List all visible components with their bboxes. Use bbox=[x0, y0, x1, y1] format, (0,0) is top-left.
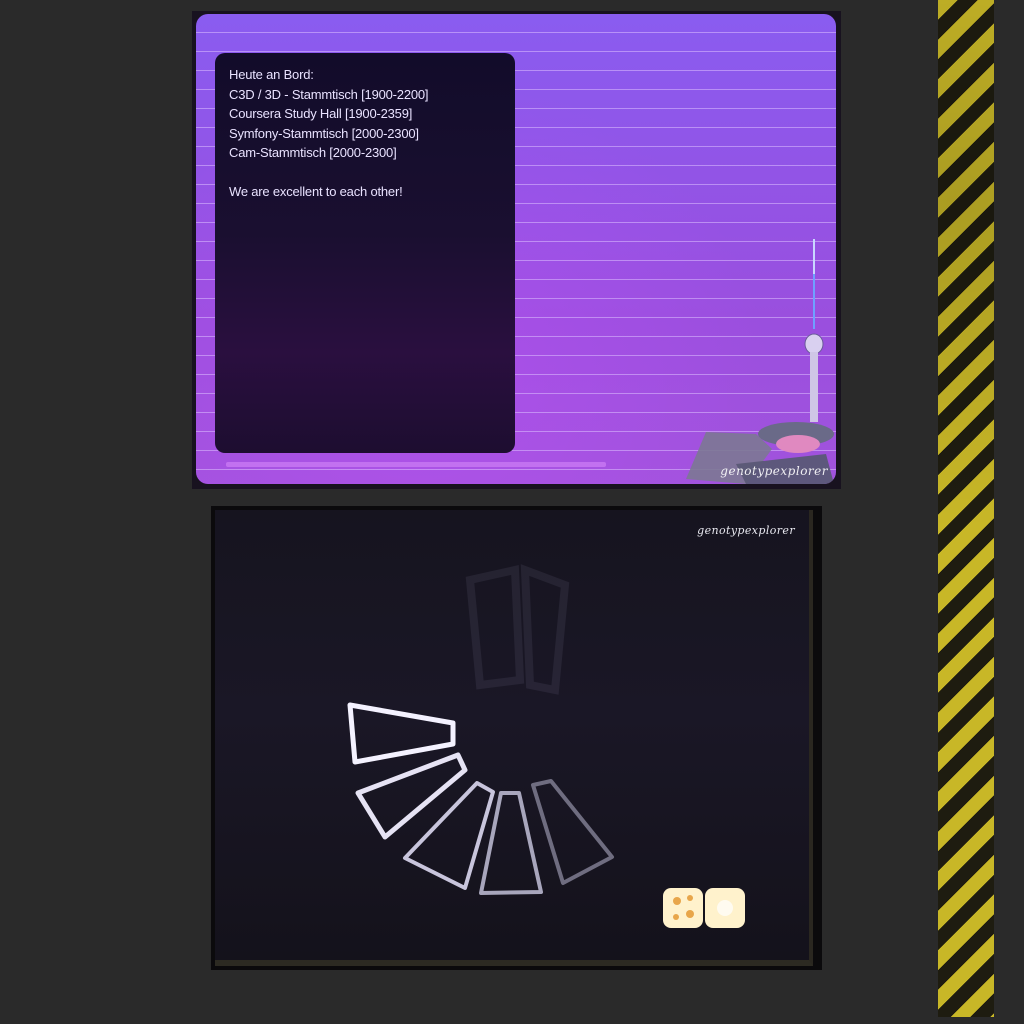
spinner-segment bbox=[347, 702, 456, 765]
event-line: Coursera Study Hall [1900-2359] bbox=[229, 106, 413, 121]
photo-collage: Heute an Bord: C3D / 3D - Stammtisch [19… bbox=[0, 0, 1024, 1024]
progress-strip bbox=[226, 462, 606, 467]
bottom-monitor: genotypexplorer bbox=[211, 506, 822, 970]
info-display: Heute an Bord: C3D / 3D - Stammtisch [19… bbox=[196, 14, 836, 484]
info-panel: Heute an Bord: C3D / 3D - Stammtisch [19… bbox=[215, 53, 515, 453]
genotypexplorer-logo: genotypexplorer bbox=[720, 464, 828, 478]
top-monitor: Heute an Bord: C3D / 3D - Stammtisch [19… bbox=[192, 11, 841, 489]
loading-display: genotypexplorer bbox=[215, 510, 813, 966]
spinner-segment bbox=[355, 752, 468, 840]
spinner-segment bbox=[403, 781, 495, 890]
event-line: Symfony-Stammtisch [2000-2300] bbox=[229, 125, 419, 141]
hazard-stripe-border bbox=[938, 0, 994, 1017]
spinner-segment bbox=[531, 779, 614, 885]
motto-text: We are excellent to each other! bbox=[229, 183, 403, 199]
tv-tower-icon bbox=[686, 239, 834, 484]
event-line: Cam-Stammtisch [2000-2300] bbox=[229, 145, 397, 160]
cheese-tools-icon bbox=[663, 888, 745, 928]
event-line: C3D / 3D - Stammtisch [1900-2200] bbox=[229, 86, 429, 102]
info-heading: Heute an Bord: bbox=[229, 67, 314, 82]
